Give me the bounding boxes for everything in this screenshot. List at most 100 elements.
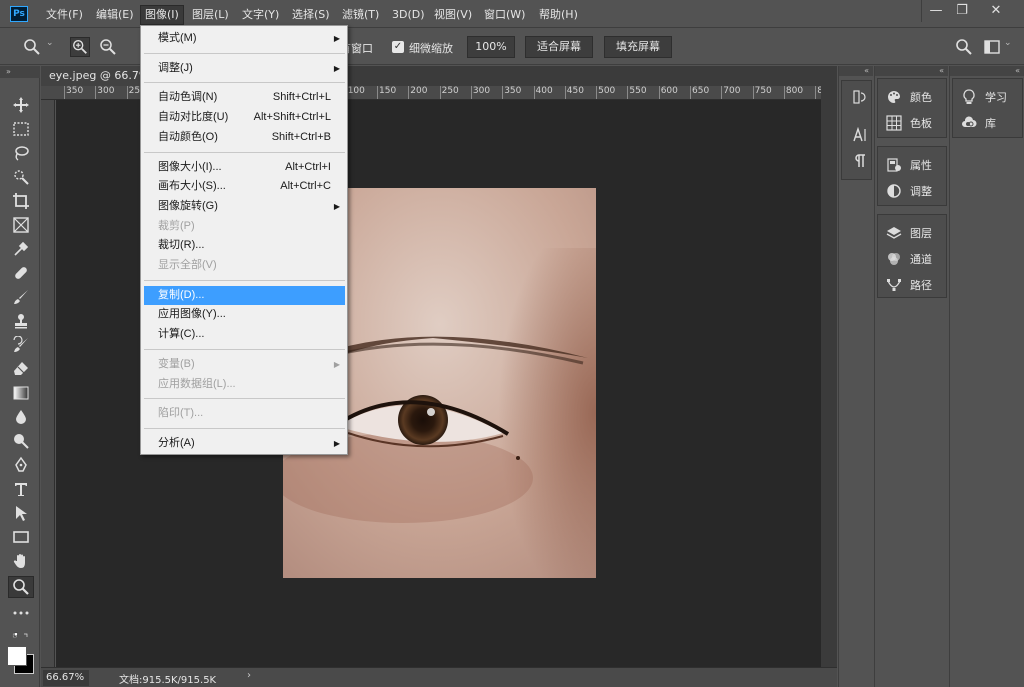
lasso-tool-icon[interactable] [8,142,34,164]
history-icon[interactable] [850,87,870,107]
menu-select[interactable]: 选择(S) [288,6,334,24]
panel-libraries[interactable]: 库 [953,111,1022,135]
character-icon[interactable] [850,125,870,145]
pen-tool-icon[interactable] [8,454,34,476]
zoom-in-icon[interactable] [70,37,90,57]
vertical-scrollbar[interactable] [821,86,837,667]
brush-tool-icon[interactable] [8,286,34,308]
move-tool-icon[interactable] [8,94,34,116]
restore-button[interactable]: ❐ [948,0,976,22]
hand-tool-icon[interactable] [8,550,34,572]
collapse-panels-icon-3[interactable]: « [950,66,1024,76]
menu-item-label: 裁切(R)... [158,239,205,252]
fill-screen-button[interactable]: 填充屏幕 [604,36,672,58]
rectangle-tool-icon[interactable] [8,526,34,548]
menu-item-2-2[interactable]: 自动颜色(O) Shift+Ctrl+B [144,128,345,147]
gradient-tool-icon[interactable] [8,382,34,404]
ruler-tick [815,86,817,99]
menu-3d[interactable]: 3D(D) [388,6,429,24]
close-button[interactable]: ✕ [982,0,1010,22]
history-brush-tool-icon[interactable] [8,334,34,356]
ruler-tick [439,86,441,99]
ruler-tick [470,86,472,99]
ruler-tick [502,86,504,99]
menu-file[interactable]: 文件(F) [42,6,87,24]
foreground-color-swatch[interactable] [7,646,27,666]
menu-item-3-0[interactable]: 图像大小(I)... Alt+Ctrl+I [144,158,345,177]
preset-chevron-down-icon[interactable]: ⌄ [46,38,54,48]
document-tab[interactable]: eye.jpeg @ 66.7% [41,66,151,86]
menu-item-4-2[interactable]: 计算(C)... [144,325,345,344]
menu-window[interactable]: 窗口(W) [480,6,529,24]
paragraph-icon[interactable] [850,151,870,171]
frame-tool-icon[interactable] [8,214,34,236]
image-menu-dropdown: 模式(M) ▶ 调整(J) ▶ 自动色调(N) Shift+Ctrl+L 自动对比度(U) A… [140,25,348,455]
menu-item-2-1[interactable]: 自动对比度(U) Alt+Shift+Ctrl+L [144,108,345,127]
path-selection-tool-icon[interactable] [8,502,34,524]
zoom-tool-icon[interactable] [8,576,34,598]
panel-adjustments[interactable]: 调整 [878,179,946,203]
eraser-tool-icon[interactable] [8,358,34,380]
menu-item-3-4[interactable]: 裁切(R)... [144,236,345,255]
menu-edit[interactable]: 编辑(E) [92,6,138,24]
collapse-panels-icon-2[interactable]: « [875,66,948,76]
menu-item-shortcut: Alt+Shift+Ctrl+L [253,111,331,124]
panel-color[interactable]: 颜色 [878,85,946,109]
scrubby-zoom-checkbox[interactable]: ✓ [392,41,404,53]
paths-icon [887,279,901,291]
zoom-100-button[interactable]: 100% [467,36,515,58]
menu-item-1-0[interactable]: 调整(J) ▶ [144,59,345,78]
ruler-label: 250 [441,86,459,96]
ruler-label: 200 [410,86,428,96]
panel-properties[interactable]: 属性 [878,153,946,177]
menu-item-7-0[interactable]: 分析(A) ▶ [144,434,345,453]
menu-type[interactable]: 文字(Y) [238,6,283,24]
quick-selection-tool-icon[interactable] [8,166,34,188]
zoom-tool-preset-icon[interactable] [22,37,42,57]
color-palette-icon [888,90,901,103]
status-menu-arrow-icon[interactable]: › [247,670,251,681]
menu-view[interactable]: 视图(V) [430,6,476,24]
fit-screen-button[interactable]: 适合屏幕 [525,36,593,58]
panel-learn[interactable]: 学习 [953,85,1022,109]
menu-separator [144,151,345,153]
zoom-out-icon[interactable] [98,37,118,57]
menu-item-0-0[interactable]: 模式(M) ▶ [144,29,345,48]
menu-item-4-0[interactable]: 复制(D)... [144,285,345,305]
menu-item-4-1[interactable]: 应用图像(Y)... [144,305,345,324]
dodge-tool-icon[interactable] [8,430,34,452]
blur-tool-icon[interactable] [8,406,34,428]
panel-channels[interactable]: 通道 [878,247,946,271]
menu-item-3-2[interactable]: 图像旋转(G) ▶ [144,197,345,216]
menu-item-3-1[interactable]: 画布大小(S)... Alt+Ctrl+C [144,177,345,196]
workspace-icon[interactable] [982,37,1002,57]
menu-layer[interactable]: 图层(L) [188,6,233,24]
menu-image[interactable]: 图像(I) [140,5,184,25]
icon-panel-column: « [838,66,873,687]
ruler-label: 400 [535,86,553,96]
swap-colors-icon[interactable] [6,626,36,648]
zoom-level-field[interactable]: 66.67% [43,670,89,686]
type-tool-icon[interactable] [8,478,34,500]
menu-filter[interactable]: 滤镜(T) [338,6,383,24]
menu-item-2-0[interactable]: 自动色调(N) Shift+Ctrl+L [144,88,345,107]
more-tools-icon[interactable] [8,602,34,624]
panel-layers[interactable]: 图层 [878,221,946,245]
healing-brush-tool-icon[interactable] [8,262,34,284]
menu-help[interactable]: 帮助(H) [535,6,582,24]
clone-stamp-tool-icon[interactable] [8,310,34,332]
eyedropper-tool-icon[interactable] [8,238,34,260]
color-panel-group: 颜色 色板 [877,78,947,138]
libraries-icon [962,116,977,127]
crop-tool-icon[interactable] [8,190,34,212]
collapse-panels-icon[interactable]: « [839,66,873,76]
workspace-chevron-down-icon[interactable]: ⌄ [1004,38,1012,48]
menu-separator [144,348,345,350]
collapse-toolbar-icon[interactable]: » [0,66,40,78]
marquee-tool-icon[interactable] [8,118,34,140]
panel-paths[interactable]: 路径 [878,273,946,297]
minimize-button[interactable]: — [922,0,950,22]
panel-swatches[interactable]: 色板 [878,111,946,135]
menu-separator [144,279,345,281]
search-icon[interactable] [954,37,974,57]
